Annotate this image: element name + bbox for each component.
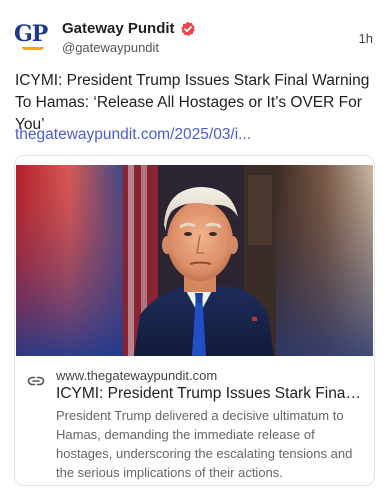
link-preview-description: President Trump delivered a decisive ult… — [56, 408, 353, 480]
link-preview-domain[interactable]: www.thegatewaypundit.com — [56, 368, 217, 383]
link-preview-image[interactable] — [16, 165, 373, 356]
link-icon — [27, 372, 45, 390]
author-handle[interactable]: @gatewaypundit — [62, 40, 159, 55]
link-preview-card[interactable]: www.thegatewaypundit.com ICYMI: Presiden… — [14, 155, 375, 486]
avatar-swoosh — [22, 47, 44, 50]
avatar[interactable]: GP — [14, 22, 50, 58]
link-preview-title[interactable]: ICYMI: President Trump Issues Stark Fina… — [56, 385, 363, 403]
author-name-row: Gateway Pundit — [62, 20, 196, 37]
post-link[interactable]: thegatewaypundit.com/2025/03/i... — [15, 126, 251, 144]
author-name[interactable]: Gateway Pundit — [62, 20, 175, 37]
post-timestamp[interactable]: 1h — [359, 31, 373, 46]
verified-badge-icon — [180, 21, 196, 37]
post-header: GP Gateway Pundit @gatewaypundit 1h — [0, 0, 389, 64]
avatar-logo-text: GP — [14, 21, 48, 47]
post-card: GP Gateway Pundit @gatewaypundit 1h ICYM… — [0, 0, 389, 500]
